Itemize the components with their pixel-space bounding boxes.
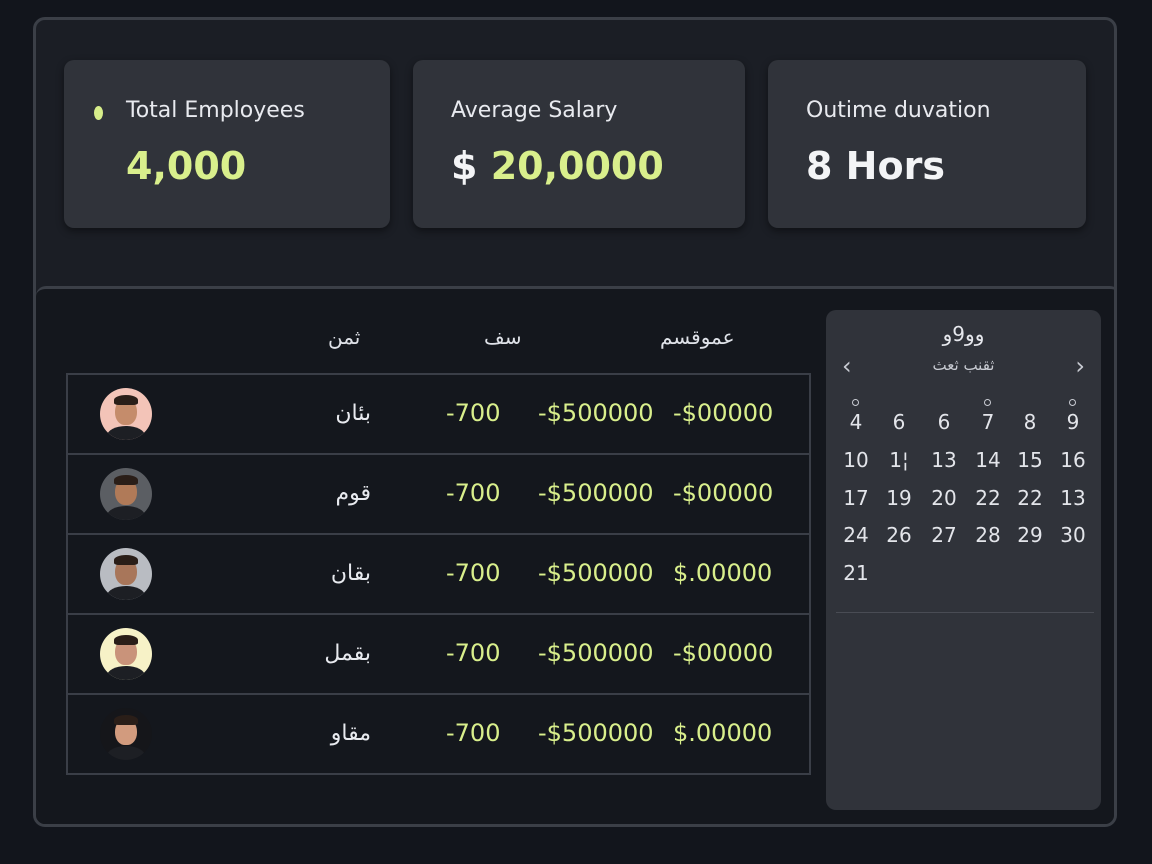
avatar-shoulders (107, 506, 145, 520)
avatar-hair (114, 715, 138, 725)
employee-table: بئان -700 -$500000 -$00000 قوم -700 -$500000 -$… (66, 373, 811, 775)
total-cell: $.00000 (673, 719, 773, 747)
calendar-day[interactable]: 20 (924, 486, 964, 510)
calendar-day[interactable]: 17 (836, 486, 876, 510)
calendar-day[interactable]: 13 (924, 448, 964, 472)
salary-cell: -$500000 (538, 479, 654, 507)
salary-cell: -$500000 (538, 719, 654, 747)
calendar-day[interactable]: 10 (836, 448, 876, 472)
salary-cell: -$500000 (538, 559, 654, 587)
calendar-day[interactable]: 6 (924, 410, 964, 434)
employee-name: بئان (335, 401, 371, 426)
average-salary-number: 20,0000 (490, 144, 664, 188)
avatar-hair (114, 635, 138, 645)
status-dot-icon (94, 106, 103, 120)
calendar-title: وو9و (942, 322, 985, 346)
employee-panel: ثمن سف عموقسم بئان -700 -$500000 -$00000 قوم… (36, 286, 1114, 824)
calendar-day[interactable]: 1¦ (879, 448, 919, 472)
avatar-hair (114, 395, 138, 405)
calendar-day[interactable]: 8 (1010, 410, 1050, 434)
calendar-day[interactable]: 13 (1053, 486, 1093, 510)
calendar-day[interactable]: 16 (1053, 448, 1093, 472)
avatar (100, 548, 152, 600)
calendar-day[interactable]: 29 (1010, 523, 1050, 547)
calendar-day[interactable]: 27 (924, 523, 964, 547)
amount-cell: -700 (446, 399, 501, 427)
average-salary-label: Average Salary (451, 98, 618, 123)
calendar-day[interactable]: 21 (836, 561, 876, 585)
column-header-name[interactable]: ثمن (328, 325, 360, 349)
calendar-day[interactable]: 22 (968, 486, 1008, 510)
table-row[interactable]: بئان -700 -$500000 -$00000 (68, 375, 809, 455)
avatar-shoulders (107, 586, 145, 600)
calendar-day[interactable]: 15 (1010, 448, 1050, 472)
avatar-shoulders (107, 666, 145, 680)
avatar (100, 708, 152, 760)
calendar-month-label: ثقنب ثعث (932, 356, 995, 374)
total-employees-card: Total Employees 4,000 (64, 60, 390, 228)
total-employees-label: Total Employees (126, 98, 305, 123)
column-header-amount[interactable]: سف (484, 325, 521, 349)
dashboard-frame: Total Employees 4,000 Average Salary $ 2… (33, 17, 1117, 827)
total-cell: -$00000 (673, 639, 774, 667)
avatar-hair (114, 475, 138, 485)
total-cell: -$00000 (673, 399, 774, 427)
outime-duration-label: Outime duvation (806, 98, 991, 123)
total-cell: $.00000 (673, 559, 773, 587)
calendar-day[interactable]: 30 (1053, 523, 1093, 547)
amount-cell: -700 (446, 559, 501, 587)
calendar-day[interactable]: 28 (968, 523, 1008, 547)
calendar-day[interactable]: 24 (836, 523, 876, 547)
calendar-widget: وو9و ‹ ثقنب ثعث › 4 6 6 7 8 9 10 1¦ 13 14 15 16 17 19… (826, 310, 1101, 810)
amount-cell: -700 (446, 479, 501, 507)
calendar-day[interactable]: 19 (879, 486, 919, 510)
avatar-shoulders (107, 746, 145, 760)
average-salary-value: $ 20,0000 (451, 144, 664, 188)
calendar-day[interactable]: 14 (968, 448, 1008, 472)
total-cell: -$00000 (673, 479, 774, 507)
calendar-day[interactable]: 7 (968, 399, 1008, 434)
table-row[interactable]: بقان -700 -$500000 $.00000 (68, 535, 809, 615)
currency-symbol: $ (451, 144, 478, 188)
avatar-hair (114, 555, 138, 565)
average-salary-card: Average Salary $ 20,0000 (413, 60, 745, 228)
column-header-salary[interactable]: عموقسم (660, 325, 735, 349)
calendar-day[interactable]: 26 (879, 523, 919, 547)
table-row[interactable]: مقاو -700 -$500000 $.00000 (68, 695, 809, 775)
calendar-day[interactable]: 4 (836, 399, 876, 434)
salary-cell: -$500000 (538, 639, 654, 667)
employee-name: قوم (335, 481, 371, 506)
calendar-divider (836, 612, 1094, 613)
amount-cell: -700 (446, 719, 501, 747)
calendar-day[interactable]: 6 (879, 410, 919, 434)
employee-name: بقمل (324, 641, 371, 666)
avatar (100, 468, 152, 520)
avatar-shoulders (107, 426, 145, 440)
total-employees-value: 4,000 (126, 144, 247, 188)
table-row[interactable]: بقمل -700 -$500000 -$00000 (68, 615, 809, 695)
calendar-day[interactable]: 22 (1010, 486, 1050, 510)
calendar-day[interactable]: 9 (1053, 399, 1093, 434)
outime-duration-card: Outime duvation 8 Hors (768, 60, 1086, 228)
salary-cell: -$500000 (538, 399, 654, 427)
table-row[interactable]: قوم -700 -$500000 -$00000 (68, 455, 809, 535)
chevron-right-icon[interactable]: › (1075, 352, 1085, 380)
outime-duration-value: 8 Hors (806, 144, 945, 188)
employee-name: مقاو (330, 721, 371, 746)
employee-name: بقان (330, 561, 371, 586)
avatar (100, 628, 152, 680)
amount-cell: -700 (446, 639, 501, 667)
avatar (100, 388, 152, 440)
